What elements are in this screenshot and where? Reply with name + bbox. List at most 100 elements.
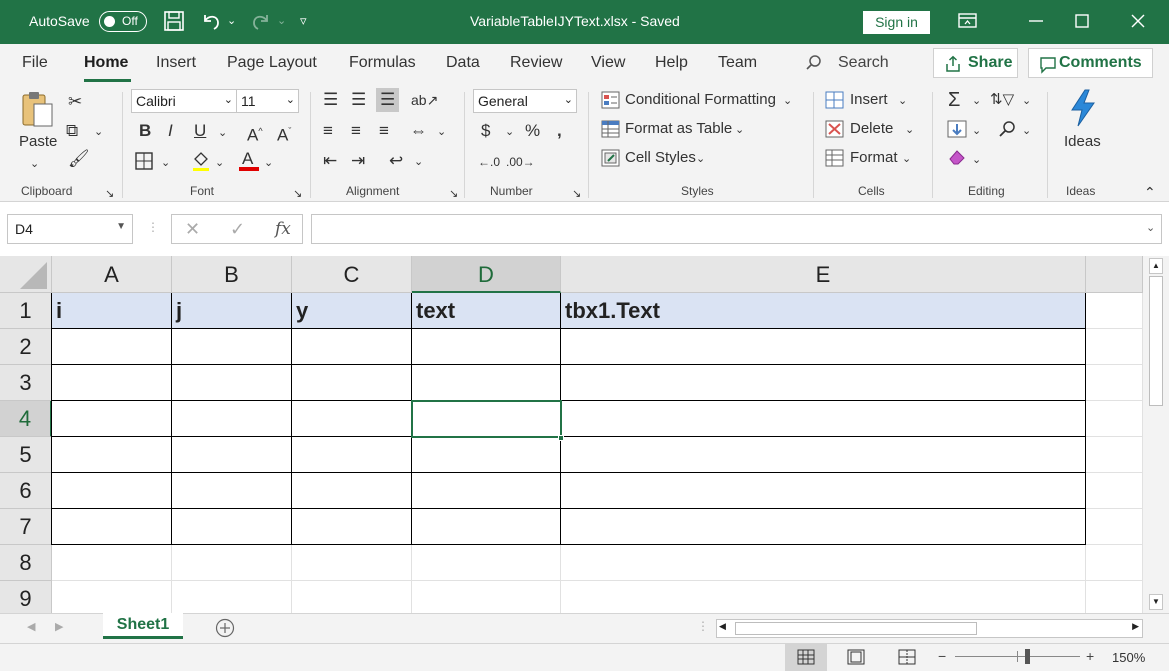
previous-sheet-icon[interactable]: ◀ — [27, 620, 35, 633]
cell-e9[interactable] — [561, 581, 1086, 613]
scroll-up-icon[interactable]: ▲ — [1149, 258, 1163, 274]
tab-page-layout[interactable]: Page Layout — [227, 54, 317, 72]
cell-f7[interactable] — [1086, 509, 1143, 545]
autosum-dropdown-icon[interactable]: ⌄ — [972, 91, 981, 111]
increase-indent-icon[interactable]: ⇥ — [351, 151, 365, 171]
row-header-3[interactable]: 3 — [0, 365, 52, 401]
insert-function-icon[interactable]: fx — [275, 219, 291, 239]
cell-d6[interactable] — [412, 473, 561, 509]
cell-a5[interactable] — [52, 437, 172, 473]
cell-b5[interactable] — [172, 437, 292, 473]
tab-review[interactable]: Review — [510, 54, 562, 72]
tab-data[interactable]: Data — [446, 54, 480, 72]
copy-dropdown-icon[interactable]: ⌄ — [94, 122, 103, 142]
vertical-scrollbar[interactable]: ▲ ▼ — [1143, 256, 1169, 613]
font-name-box[interactable]: Calibri ⌄ — [131, 89, 237, 113]
font-color-dropdown-icon[interactable]: ⌄ — [264, 153, 273, 173]
font-color-icon[interactable]: A — [238, 148, 260, 175]
bold-icon[interactable]: B — [139, 121, 151, 141]
number-launcher-icon[interactable]: ↘ — [572, 184, 581, 204]
column-header-c[interactable]: C — [292, 256, 412, 293]
cell-d8[interactable] — [412, 545, 561, 581]
cell-b8[interactable] — [172, 545, 292, 581]
close-icon[interactable] — [1127, 10, 1149, 32]
comments-button[interactable]: Comments — [1028, 48, 1153, 78]
cell-b2[interactable] — [172, 329, 292, 365]
merge-dropdown-icon[interactable]: ⌄ — [437, 122, 446, 142]
decrease-indent-icon[interactable]: ⇤ — [323, 151, 337, 171]
row-header-9[interactable]: 9 — [0, 581, 52, 613]
customize-qat-icon[interactable]: ▿ — [300, 10, 307, 32]
cell-f6[interactable] — [1086, 473, 1143, 509]
paste-label[interactable]: Paste — [19, 133, 57, 150]
alignment-launcher-icon[interactable]: ↘ — [449, 184, 458, 204]
row-header-2[interactable]: 2 — [0, 329, 52, 365]
ideas-icon[interactable] — [1067, 89, 1099, 130]
cell-a8[interactable] — [52, 545, 172, 581]
find-select-icon[interactable] — [997, 120, 1017, 141]
cell-d3[interactable] — [412, 365, 561, 401]
scroll-left-icon[interactable]: ◀ — [719, 621, 726, 632]
format-painter-icon[interactable]: 🖌 — [68, 149, 90, 169]
zoom-slider-thumb[interactable] — [1025, 649, 1030, 664]
split-handle-icon[interactable]: ⋮ — [697, 619, 709, 633]
drag-handle-icon[interactable]: ⋮ — [147, 220, 159, 234]
row-header-5[interactable]: 5 — [0, 437, 52, 473]
currency-dropdown-icon[interactable]: ⌄ — [505, 122, 514, 142]
cell-b7[interactable] — [172, 509, 292, 545]
cell-c7[interactable] — [292, 509, 412, 545]
column-header-e[interactable]: E — [561, 256, 1086, 293]
undo-icon[interactable] — [200, 10, 222, 37]
paste-icon[interactable] — [20, 90, 56, 133]
search-icon[interactable] — [805, 54, 823, 75]
insert-dropdown-icon[interactable]: ⌄ — [898, 91, 907, 111]
cell-b6[interactable] — [172, 473, 292, 509]
cell-e3[interactable] — [561, 365, 1086, 401]
page-layout-view-icon[interactable] — [847, 649, 865, 668]
cell-a1[interactable]: i — [52, 293, 172, 329]
cell-c9[interactable] — [292, 581, 412, 613]
cell-e1[interactable]: tbx1.Text — [561, 293, 1086, 329]
number-format-box[interactable]: General ⌄ — [473, 89, 577, 113]
increase-decimal-icon[interactable]: ←.0 — [478, 152, 500, 172]
cell-f3[interactable] — [1086, 365, 1143, 401]
new-sheet-icon[interactable] — [215, 618, 235, 641]
clear-icon[interactable] — [947, 148, 967, 169]
cell-e8[interactable] — [561, 545, 1086, 581]
cell-c6[interactable] — [292, 473, 412, 509]
cell-b9[interactable] — [172, 581, 292, 613]
tab-file[interactable]: File — [22, 54, 48, 72]
cell-f1[interactable] — [1086, 293, 1143, 329]
collapse-ribbon-icon[interactable]: ⌃ — [1144, 182, 1156, 202]
fill-color-dropdown-icon[interactable]: ⌄ — [215, 153, 224, 173]
tab-insert[interactable]: Insert — [156, 54, 196, 72]
orientation-icon[interactable]: ab↗ — [411, 90, 438, 110]
sort-filter-icon[interactable]: ⇅▽ — [990, 90, 1014, 110]
currency-icon[interactable]: $ — [481, 121, 490, 141]
underline-dropdown-icon[interactable]: ⌄ — [218, 123, 227, 143]
font-launcher-icon[interactable]: ↘ — [293, 184, 302, 204]
cell-a9[interactable] — [52, 581, 172, 613]
name-box[interactable]: D4 ▼ — [7, 214, 133, 244]
zoom-in-icon[interactable]: + — [1086, 648, 1094, 664]
middle-align-icon[interactable]: ☰ — [351, 90, 366, 110]
cell-e4[interactable] — [561, 401, 1086, 437]
tab-team[interactable]: Team — [718, 54, 757, 72]
cut-icon[interactable]: ✂ — [68, 92, 82, 112]
cell-c2[interactable] — [292, 329, 412, 365]
align-left-icon[interactable]: ≡ — [323, 121, 333, 141]
fill-handle[interactable] — [558, 435, 564, 441]
cell-d1[interactable]: text — [412, 293, 561, 329]
ribbon-display-options-icon[interactable] — [957, 10, 979, 32]
sheet-tab-sheet1[interactable]: Sheet1 — [103, 613, 183, 639]
decrease-font-size-icon[interactable]: Aˇ — [277, 121, 291, 146]
bottom-align-icon[interactable]: ☰ — [376, 88, 400, 112]
paste-dropdown-icon[interactable]: ⌄ — [30, 154, 39, 174]
cell-b4[interactable] — [172, 401, 292, 437]
minimize-icon[interactable] — [1025, 10, 1047, 32]
cell-e6[interactable] — [561, 473, 1086, 509]
active-cell-selection[interactable] — [411, 400, 562, 438]
row-header-7[interactable]: 7 — [0, 509, 52, 545]
horizontal-scroll-thumb[interactable] — [735, 622, 977, 635]
sort-filter-dropdown-icon[interactable]: ⌄ — [1022, 91, 1031, 111]
